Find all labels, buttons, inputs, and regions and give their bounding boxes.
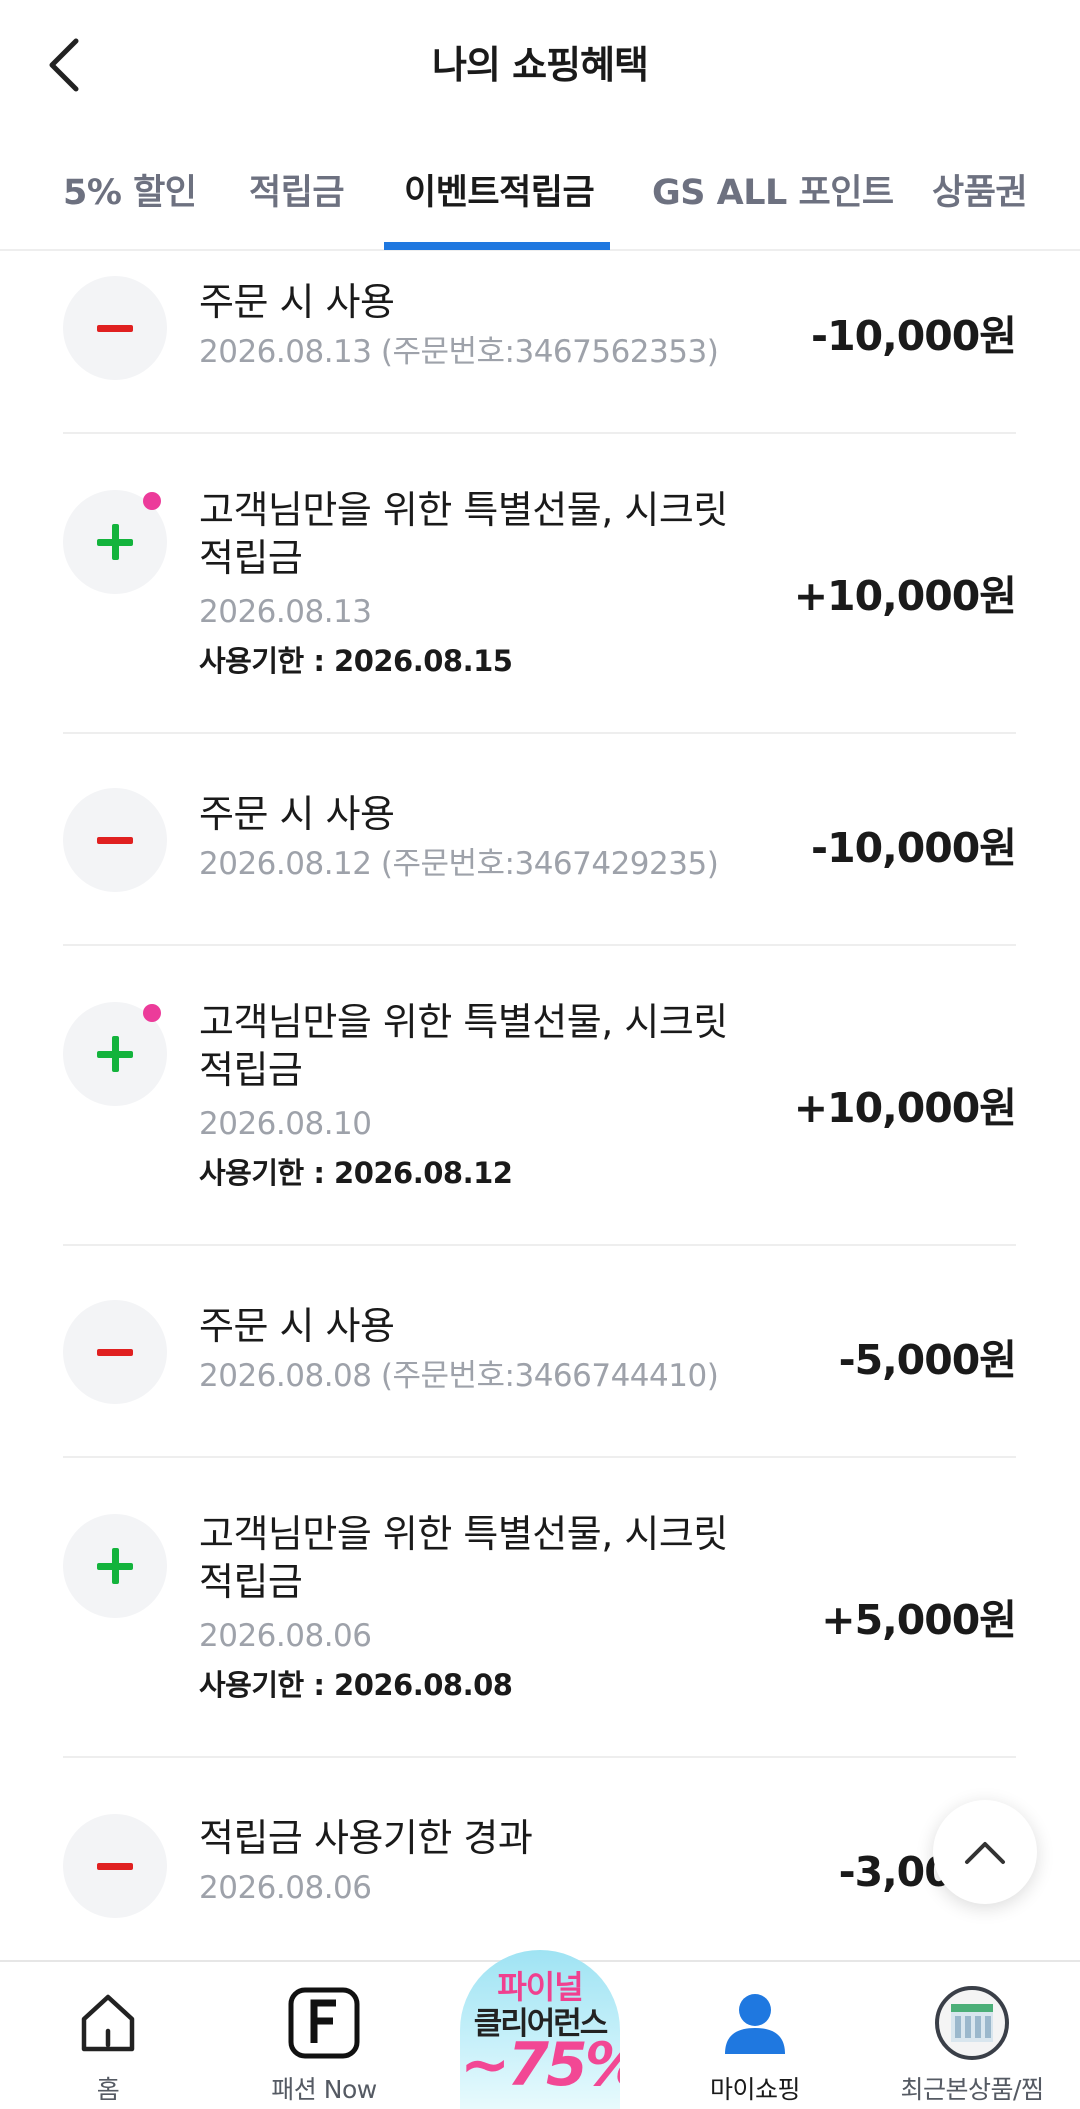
transaction-expiry: 사용기한 : 2026.08.08 — [199, 1668, 513, 1702]
transaction-amount: +10,000원 — [793, 572, 1017, 620]
person-icon — [722, 1982, 788, 2064]
transaction-date: 2026.08.13 (주문번호:3467562353) — [199, 334, 719, 370]
transaction-date: 2026.08.10 — [199, 1106, 372, 1142]
transaction-title: 고객님만을 위한 특별선물, 시크릿 적립금 — [199, 1000, 728, 1092]
nav-recent-label: 최근본상품/찜 — [900, 2075, 1044, 2104]
nav-my-shopping[interactable]: 마이쇼핑 — [700, 1962, 810, 2109]
transaction-title: 주문 시 사용 — [199, 1304, 395, 1348]
tab-points[interactable]: 적립금 — [249, 164, 345, 215]
transaction-row: 고객님만을 위한 특별선물, 시크릿 적립금 2026.08.10 사용기한 :… — [63, 946, 1017, 1246]
tab-gs-all-point[interactable]: GS ALL 포인트 — [652, 164, 894, 215]
transaction-date: 2026.08.06 — [199, 1870, 372, 1906]
transaction-row: 고객님만을 위한 특별선물, 시크릿 적립금 2026.08.13 사용기한 :… — [63, 434, 1017, 734]
transaction-amount: +10,000원 — [793, 1084, 1017, 1132]
minus-icon — [63, 1300, 167, 1404]
nav-home-label: 홈 — [96, 2075, 120, 2104]
transaction-amount: -10,000원 — [811, 312, 1017, 360]
transaction-title: 주문 시 사용 — [199, 792, 395, 836]
promo-discount: ~75% — [460, 2030, 620, 2100]
minus-icon — [63, 276, 167, 380]
header: 나의 쇼핑혜택 — [0, 0, 1080, 128]
scroll-to-top-button[interactable] — [933, 1800, 1037, 1904]
transaction-expiry: 사용기한 : 2026.08.12 — [199, 1156, 513, 1190]
transaction-date: 2026.08.12 (주문번호:3467429235) — [199, 846, 719, 882]
page-title: 나의 쇼핑혜택 — [432, 43, 649, 87]
transaction-date: 2026.08.06 — [199, 1618, 372, 1654]
promo-banner-button[interactable]: 파이널 클리어런스 ~75% — [460, 1950, 620, 2109]
nav-fashion-now[interactable]: 패션 Now — [264, 1962, 384, 2109]
new-badge-dot — [143, 492, 161, 510]
transaction-date: 2026.08.08 (주문번호:3466744410) — [199, 1358, 719, 1394]
nav-fashion-label: 패션 Now — [271, 2075, 377, 2104]
chevron-up-icon — [965, 1842, 1005, 1864]
transaction-date: 2026.08.13 — [199, 594, 372, 630]
tab-bar: 5% 할인 적립금 이벤트적립금 GS ALL 포인트 상품권 — [0, 148, 1080, 251]
house-icon — [76, 1982, 140, 2064]
minus-icon — [63, 1814, 167, 1918]
transaction-list: 주문 시 사용 2026.08.13 (주문번호:3467562353) -10… — [0, 252, 1080, 1960]
product-thumbnail-icon — [935, 1986, 1009, 2060]
transaction-amount: -5,000원 — [838, 1336, 1017, 1384]
nav-my-shopping-label: 마이쇼핑 — [709, 2075, 801, 2104]
transaction-row: 주문 시 사용 2026.08.12 (주문번호:3467429235) -10… — [63, 734, 1017, 946]
transaction-title: 고객님만을 위한 특별선물, 시크릿 적립금 — [199, 488, 728, 580]
f-letter-icon — [288, 1982, 360, 2064]
new-badge-dot — [143, 1004, 161, 1022]
transaction-row: 주문 시 사용 2026.08.13 (주문번호:3467562353) -10… — [63, 252, 1017, 434]
plus-icon — [63, 1514, 167, 1618]
transaction-row: 적립금 사용기한 경과 2026.08.06 -3,000원 — [63, 1758, 1017, 1960]
nav-recent-wishlist[interactable]: 최근본상품/찜 — [892, 1962, 1052, 2109]
transaction-amount: -10,000원 — [811, 824, 1017, 872]
active-tab-indicator — [384, 242, 610, 250]
tab-gift-card[interactable]: 상품권 — [932, 164, 1028, 215]
tab-discount[interactable]: 5% 할인 — [63, 164, 197, 215]
minus-icon — [63, 788, 167, 892]
transaction-expiry: 사용기한 : 2026.08.15 — [199, 644, 513, 678]
transaction-row: 고객님만을 위한 특별선물, 시크릿 적립금 2026.08.06 사용기한 :… — [63, 1458, 1017, 1758]
transaction-row: 주문 시 사용 2026.08.08 (주문번호:3466744410) -5,… — [63, 1246, 1017, 1458]
tab-event-points[interactable]: 이벤트적립금 — [404, 164, 595, 215]
transaction-amount: +5,000원 — [821, 1596, 1017, 1644]
transaction-title: 주문 시 사용 — [199, 280, 395, 324]
transaction-title: 고객님만을 위한 특별선물, 시크릿 적립금 — [199, 1512, 728, 1604]
transaction-title: 적립금 사용기한 경과 — [199, 1816, 533, 1860]
nav-home[interactable]: 홈 — [54, 1962, 162, 2109]
